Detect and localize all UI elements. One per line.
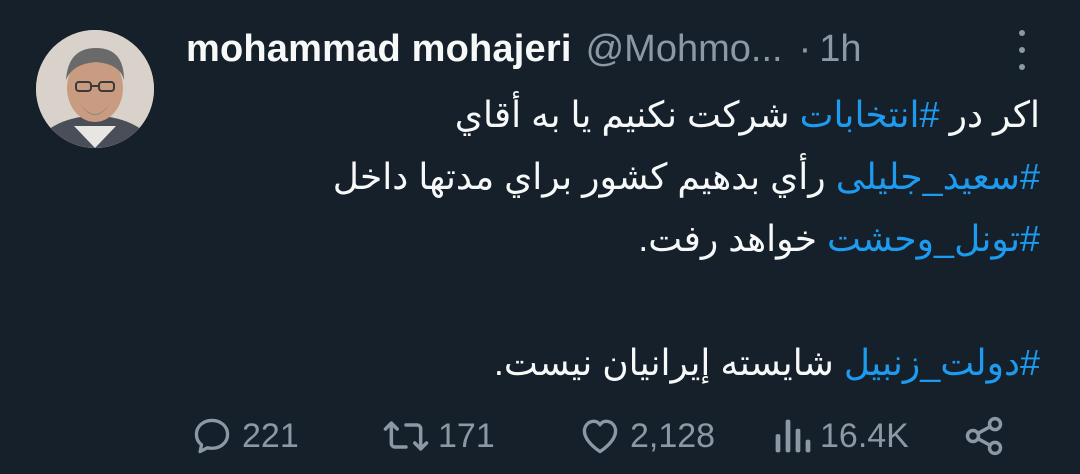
author-handle[interactable]: @Mohmo... bbox=[586, 28, 783, 71]
hashtag-link[interactable]: #انتخابات bbox=[800, 94, 940, 135]
tweet-actions-bar: 221 171 2,128 16.4K bbox=[186, 410, 1040, 462]
views-button[interactable]: 16.4K bbox=[772, 410, 909, 462]
tweet-text-segment: شركت نكنيم يا به أقاي bbox=[454, 94, 800, 135]
tweet-text-segment: اکر در bbox=[939, 94, 1040, 135]
tweet-line-3: #تونل_وحشت خواهد رفت. bbox=[186, 208, 1040, 270]
avatar[interactable] bbox=[36, 30, 154, 148]
hashtag-link[interactable]: #سعيد_جليلى bbox=[836, 156, 1040, 197]
author-display-name[interactable]: mohammad mohajeri bbox=[186, 28, 572, 71]
views-count: 16.4K bbox=[820, 416, 909, 455]
tweet-timestamp[interactable]: 1h bbox=[819, 28, 861, 71]
heart-icon bbox=[582, 419, 618, 454]
bar-chart-icon bbox=[775, 419, 811, 453]
comment-bubble-icon bbox=[194, 418, 230, 454]
tweet-card[interactable]: mohammad mohajeri @Mohmo... · 1h اکر در … bbox=[0, 0, 1080, 474]
share-button[interactable] bbox=[962, 410, 1006, 462]
share-nodes-icon bbox=[965, 416, 1003, 456]
retweet-button[interactable]: 171 bbox=[382, 410, 495, 462]
separator-dot: · bbox=[798, 27, 812, 70]
tweet-line-5: #دولت_زنبيل شايسته إيرانيان نيست. bbox=[186, 332, 1040, 394]
retweet-arrows-icon bbox=[383, 421, 429, 451]
tweet-line-2: #سعيد_جليلى رأي بدهيم كشور براي مدتها دا… bbox=[186, 146, 1040, 208]
hashtag-link[interactable]: #تونل_وحشت bbox=[827, 218, 1040, 259]
like-button[interactable]: 2,128 bbox=[578, 410, 715, 462]
tweet-text-segment: خواهد رفت. bbox=[638, 218, 827, 259]
more-vertical-icon[interactable] bbox=[1010, 30, 1034, 70]
tweet-text-segment: رأي بدهيم كشور براي مدتها داخل bbox=[332, 156, 836, 197]
avatar-photo bbox=[36, 30, 154, 148]
reply-button[interactable]: 221 bbox=[190, 410, 299, 462]
tweet-text: اکر در #انتخابات شركت نكنيم يا به أقاي #… bbox=[186, 84, 1040, 394]
hashtag-link[interactable]: #دولت_زنبيل bbox=[844, 342, 1040, 383]
tweet-header: mohammad mohajeri @Mohmo... · 1h bbox=[186, 24, 1040, 74]
like-count: 2,128 bbox=[630, 416, 716, 455]
retweet-count: 171 bbox=[438, 416, 495, 455]
tweet-text-segment: شايسته إيرانيان نيست. bbox=[493, 342, 844, 383]
reply-count: 221 bbox=[242, 416, 299, 455]
tweet-line-1: اکر در #انتخابات شركت نكنيم يا به أقاي bbox=[186, 84, 1040, 146]
